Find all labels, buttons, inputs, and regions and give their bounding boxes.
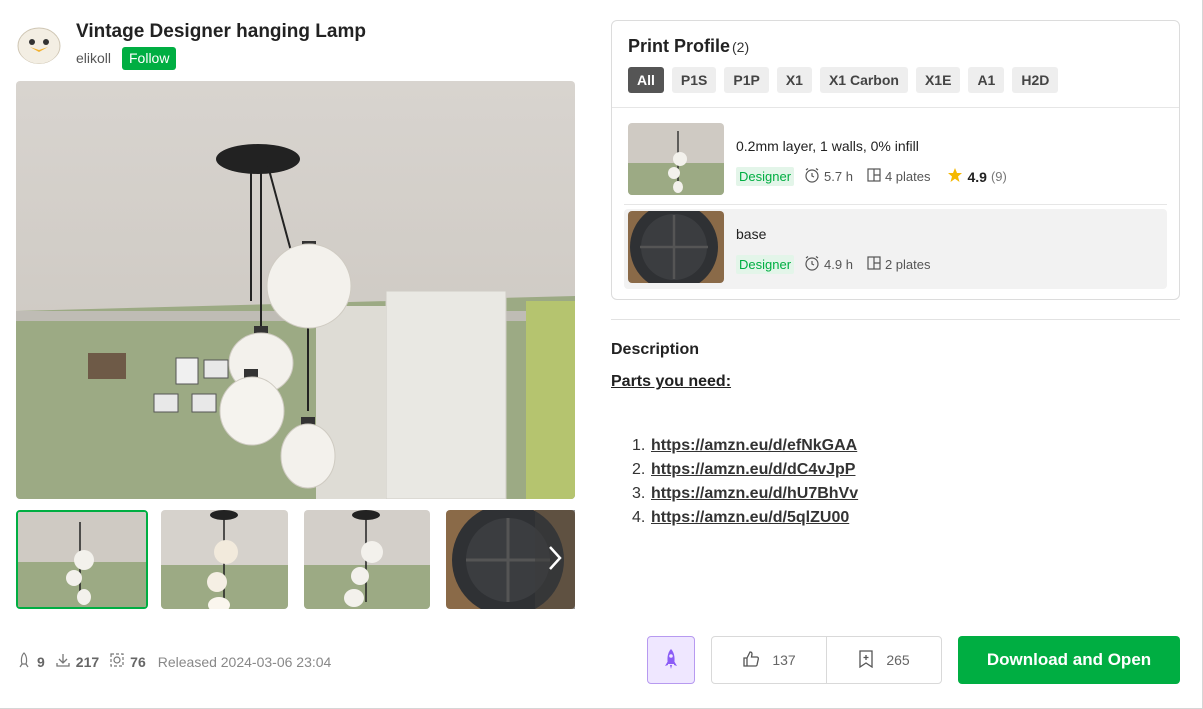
list-item: 1. https://amzn.eu/d/efNkGAA (632, 437, 858, 454)
clock-icon (804, 167, 824, 186)
like-button[interactable]: 137 (712, 637, 827, 683)
part-link[interactable]: https://amzn.eu/d/dC4vJpP (651, 461, 855, 478)
plate-count: 2 plates (867, 256, 931, 273)
download-icon (55, 652, 76, 671)
part-link[interactable]: https://amzn.eu/d/5qlZU00 (651, 509, 849, 526)
filter-chip-p1s[interactable]: P1S (671, 67, 717, 93)
profile-rating: 4.9 (9) (947, 167, 1007, 186)
boost-button[interactable] (647, 636, 695, 684)
model-stats: 9 217 76 Released 2024-03-06 23:04 (16, 652, 331, 671)
profile-name: 0.2mm layer, 1 walls, 0% infill (736, 138, 919, 154)
divider (611, 319, 1180, 320)
follow-button[interactable]: Follow (122, 47, 177, 70)
thumbs-up-icon (742, 650, 772, 671)
filter-chip-x1-carbon[interactable]: X1 Carbon (819, 67, 908, 93)
rocket-icon (662, 648, 680, 673)
chevron-right-icon (547, 544, 563, 575)
designer-badge: Designer (736, 167, 795, 186)
filter-chip-p1p[interactable]: P1P (724, 67, 769, 93)
download-count: 217 (55, 652, 99, 671)
bookmark-icon (858, 649, 886, 671)
filter-chip-h2d[interactable]: H2D (1012, 67, 1059, 93)
collect-count: 265 (886, 652, 910, 668)
divider (612, 107, 1179, 108)
list-item: 4. https://amzn.eu/d/5qlZU00 (632, 509, 850, 526)
profile-item[interactable]: 0.2mm layer, 1 walls, 0% infill Designer… (624, 121, 1167, 201)
profile-thumbnail (628, 123, 724, 195)
print-icon (109, 652, 130, 671)
part-link[interactable]: https://amzn.eu/d/hU7BhVv (651, 485, 858, 502)
profile-name: base (736, 226, 767, 242)
filter-chip-a1[interactable]: A1 (968, 67, 1005, 93)
part-link[interactable]: https://amzn.eu/d/efNkGAA (651, 437, 857, 454)
rocket-icon (16, 652, 37, 671)
boost-count: 9 (16, 652, 45, 671)
thumbnail-3[interactable] (304, 510, 430, 609)
print-time: 5.7 h (804, 167, 853, 186)
printer-filter-chips: All P1S P1P X1 X1 Carbon X1E A1 H2D (628, 67, 1059, 93)
filter-chip-x1[interactable]: X1 (776, 67, 812, 93)
main-image[interactable] (16, 81, 575, 499)
thumbnail-2[interactable] (161, 510, 288, 609)
release-date: Released 2024-03-06 23:04 (157, 653, 332, 670)
parts-heading: Parts you need: (611, 373, 732, 390)
clock-icon (804, 255, 824, 274)
designer-badge: Designer (736, 255, 795, 274)
collect-button[interactable]: 265 (827, 637, 941, 683)
thumbnail-1[interactable] (16, 510, 148, 609)
parts-link-list: 1. https://amzn.eu/d/efNkGAA 2. https://am… (632, 437, 858, 533)
description-title: Description (611, 341, 700, 358)
profile-meta: Designer 5.7 h 4 plates 4.9 (9) (736, 167, 1007, 186)
reaction-group: 137 265 (711, 636, 942, 684)
model-title: Vintage Designer hanging Lamp (76, 21, 366, 42)
filter-chip-x1e[interactable]: X1E (915, 67, 961, 93)
plate-count: 4 plates (867, 168, 931, 185)
thumbnail-strip (16, 510, 575, 610)
profile-count: (2) (732, 39, 750, 55)
list-item: 2. https://amzn.eu/d/dC4vJpP (632, 461, 856, 478)
profile-thumbnail (628, 211, 724, 283)
download-and-open-button[interactable]: Download and Open (958, 636, 1180, 684)
profile-item[interactable]: base Designer 4.9 h 2 plates (624, 209, 1167, 289)
like-count: 137 (772, 652, 796, 668)
filter-chip-all[interactable]: All (628, 67, 664, 93)
plates-icon (867, 256, 885, 273)
plates-icon (867, 168, 885, 185)
print-profile-card: Print Profile (2) All P1S P1P X1 X1 Carbo… (611, 20, 1180, 300)
author-name[interactable]: elikoll (76, 50, 111, 66)
list-item: 3. https://amzn.eu/d/hU7BhVv (632, 485, 859, 502)
star-icon (947, 167, 963, 186)
print-time: 4.9 h (804, 255, 853, 274)
author-avatar[interactable] (16, 20, 62, 64)
print-profile-title: Print Profile (2) (628, 36, 750, 56)
profile-meta: Designer 4.9 h 2 plates (736, 255, 945, 274)
divider (624, 204, 1167, 205)
print-count: 76 (109, 652, 146, 671)
gallery-next-button[interactable] (535, 510, 575, 609)
